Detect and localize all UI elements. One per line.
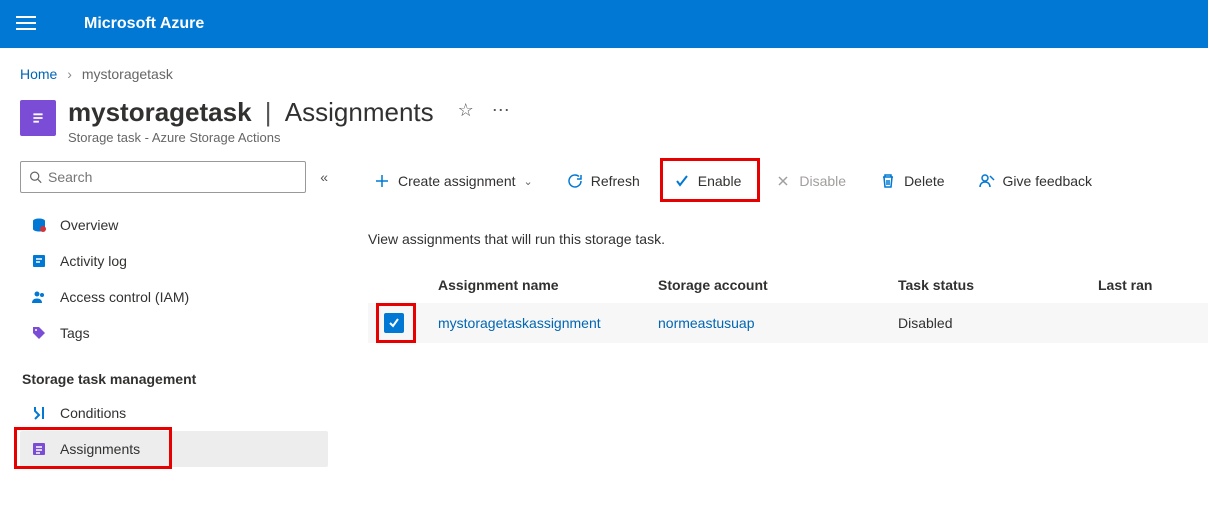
sidebar: « Overview Activity log Access control (… [0, 161, 340, 467]
people-icon [30, 288, 48, 306]
more-actions-button[interactable]: ⋯ [492, 100, 510, 121]
resource-name: mystoragetask [68, 97, 252, 127]
disable-button: Disable [769, 169, 852, 193]
blade-name: Assignments [285, 97, 434, 127]
feedback-button[interactable]: Give feedback [973, 169, 1099, 193]
toolbar-label: Delete [904, 173, 944, 189]
breadcrumb-home-link[interactable]: Home [20, 66, 57, 82]
favorite-button[interactable]: ☆ [458, 100, 474, 121]
column-header-name[interactable]: Assignment name [438, 277, 658, 293]
title-separator: | [265, 97, 272, 127]
column-header-account[interactable]: Storage account [658, 277, 898, 293]
task-status-value: Disabled [898, 315, 952, 331]
tag-icon [30, 324, 48, 342]
column-header-status[interactable]: Task status [898, 277, 1098, 293]
toolbar-label: Refresh [591, 173, 640, 189]
assignments-table: Assignment name Storage account Task sta… [368, 267, 1208, 343]
delete-button[interactable]: Delete [874, 169, 950, 193]
collapse-sidebar-button[interactable]: « [320, 169, 328, 185]
resource-type: Storage task - Azure Storage Actions [68, 130, 434, 145]
sidebar-item-overview[interactable]: Overview [20, 207, 328, 243]
breadcrumb-current: mystoragetask [82, 66, 173, 82]
toolbar-label: Give feedback [1003, 173, 1093, 189]
sidebar-item-label: Assignments [60, 441, 140, 457]
assignment-name-link[interactable]: mystoragetaskassignment [438, 315, 601, 331]
search-input[interactable] [48, 169, 297, 185]
resource-icon [20, 100, 56, 136]
sidebar-item-access-control[interactable]: Access control (IAM) [20, 279, 328, 315]
table-header-row: Assignment name Storage account Task sta… [368, 267, 1208, 303]
log-icon [30, 252, 48, 270]
sidebar-item-label: Access control (IAM) [60, 289, 189, 305]
toolbar-label: Enable [698, 173, 742, 189]
toolbar: Create assignment ⌄ Refresh Enable Disab… [368, 161, 1208, 209]
portal-topbar: Microsoft Azure [0, 0, 1208, 48]
sidebar-item-activity-log[interactable]: Activity log [20, 243, 328, 279]
description-text: View assignments that will run this stor… [368, 209, 1208, 267]
breadcrumb: Home › mystoragetask [0, 48, 1208, 90]
chevron-down-icon: ⌄ [524, 175, 533, 188]
sidebar-item-tags[interactable]: Tags [20, 315, 328, 351]
refresh-button[interactable]: Refresh [561, 169, 646, 193]
menu-button[interactable] [16, 16, 36, 32]
page-header: mystoragetask | Assignments Storage task… [0, 90, 1208, 161]
sidebar-item-label: Tags [60, 325, 90, 341]
sidebar-item-label: Overview [60, 217, 118, 233]
breadcrumb-separator: › [67, 66, 72, 82]
create-assignment-button[interactable]: Create assignment ⌄ [368, 169, 539, 193]
assignments-icon [30, 440, 48, 458]
sidebar-item-label: Conditions [60, 405, 126, 421]
column-header-last-ran[interactable]: Last ran [1098, 277, 1192, 293]
brand-name: Microsoft Azure [84, 15, 204, 33]
sidebar-item-assignments[interactable]: Assignments [20, 431, 328, 467]
sidebar-section-title: Storage task management [20, 351, 328, 395]
table-row[interactable]: mystoragetaskassignment normeastusuap Di… [368, 303, 1208, 343]
page-title: mystoragetask | Assignments [68, 96, 434, 128]
sidebar-item-label: Activity log [60, 253, 127, 269]
sidebar-item-conditions[interactable]: Conditions [20, 395, 328, 431]
main-content: Create assignment ⌄ Refresh Enable Disab… [340, 161, 1208, 467]
sidebar-search[interactable] [20, 161, 306, 193]
database-icon [30, 216, 48, 234]
toolbar-label: Create assignment [398, 173, 516, 189]
conditions-icon [30, 404, 48, 422]
enable-button[interactable]: Enable [668, 169, 748, 193]
storage-account-link[interactable]: normeastusuap [658, 315, 755, 331]
toolbar-label: Disable [799, 173, 846, 189]
row-checkbox[interactable] [384, 313, 404, 333]
